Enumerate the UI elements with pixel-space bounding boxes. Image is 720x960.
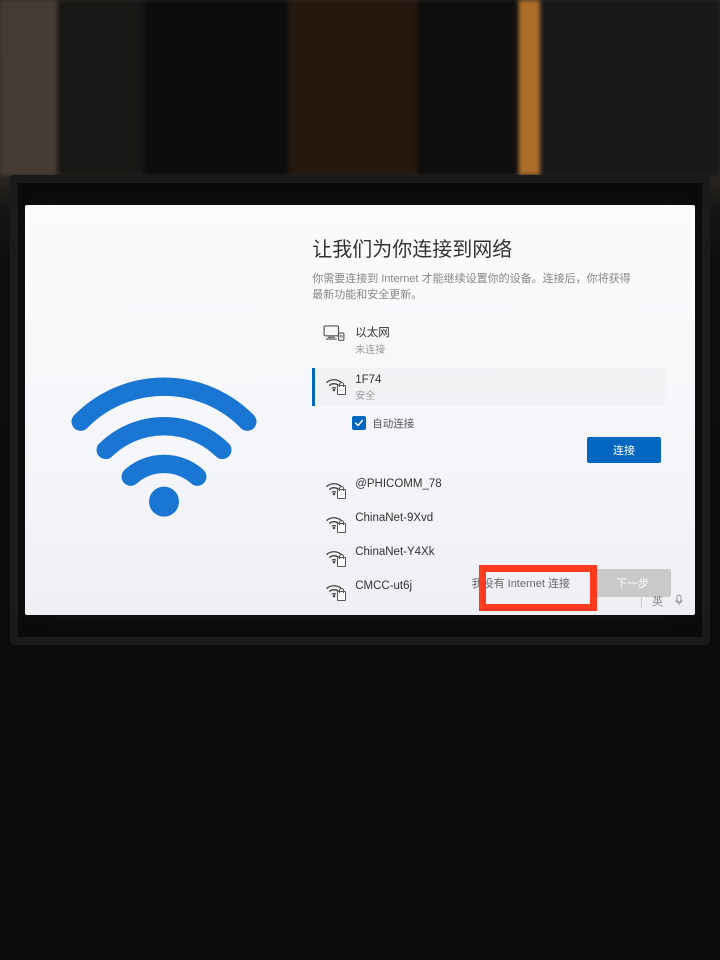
wifi-item[interactable]: ChinaNet-9Xvd bbox=[312, 505, 665, 539]
skip-internet-button[interactable]: 我没有 Internet 连接 bbox=[466, 569, 576, 597]
ethernet-item[interactable]: 以太网 未连接 bbox=[312, 318, 665, 362]
lock-icon bbox=[337, 557, 346, 567]
lock-icon bbox=[337, 489, 346, 499]
wifi-item-selected[interactable]: 1F74 安全 bbox=[312, 368, 665, 406]
network-pane: 让我们为你连接到网络 你需要连接到 Internet 才能继续设置你的设备。连接… bbox=[302, 205, 695, 615]
auto-connect-row[interactable]: 自动连接 bbox=[352, 416, 665, 431]
ethernet-icon bbox=[323, 324, 345, 344]
wifi-item[interactable]: @PHICOMM_78 bbox=[312, 471, 665, 505]
wifi-icon bbox=[323, 478, 345, 498]
oobe-screen: 让我们为你连接到网络 你需要连接到 Internet 才能继续设置你的设备。连接… bbox=[25, 205, 695, 615]
lock-icon bbox=[337, 591, 346, 601]
divider bbox=[641, 594, 642, 608]
ethernet-status: 未连接 bbox=[355, 341, 390, 356]
wifi-ssid: ChinaNet-9Xvd bbox=[355, 512, 433, 524]
auto-connect-label: 自动连接 bbox=[372, 416, 414, 431]
wifi-item[interactable]: ChinaNet-Y4Xk bbox=[312, 539, 665, 573]
wifi-icon bbox=[323, 580, 345, 600]
wifi-icon bbox=[323, 546, 345, 566]
wifi-ssid: CMCC-ut6j bbox=[355, 580, 412, 592]
auto-connect-checkbox[interactable] bbox=[352, 416, 366, 430]
wifi-ssid: @PHICOMM_78 bbox=[355, 478, 441, 490]
wifi-icon bbox=[323, 374, 345, 394]
wifi-ssid: 1F74 bbox=[355, 374, 381, 386]
wifi-icon bbox=[323, 512, 345, 532]
lock-icon bbox=[337, 385, 346, 395]
wifi-security: 安全 bbox=[355, 387, 381, 402]
page-subtitle: 你需要连接到 Internet 才能继续设置你的设备。连接后，你将获得最新功能和… bbox=[312, 272, 632, 304]
wifi-hero-icon bbox=[59, 325, 269, 535]
wifi-ssid: ChinaNet-Y4Xk bbox=[355, 546, 434, 558]
ime-lang: 英 bbox=[652, 593, 663, 609]
lock-icon bbox=[337, 523, 346, 533]
ime-mic-icon bbox=[673, 594, 685, 609]
connect-button[interactable]: 连接 bbox=[587, 437, 661, 463]
ime-indicator[interactable]: 英 bbox=[641, 593, 685, 609]
ethernet-name: 以太网 bbox=[355, 324, 390, 340]
page-title: 让我们为你连接到网络 bbox=[312, 233, 665, 262]
hero-pane bbox=[25, 205, 302, 615]
